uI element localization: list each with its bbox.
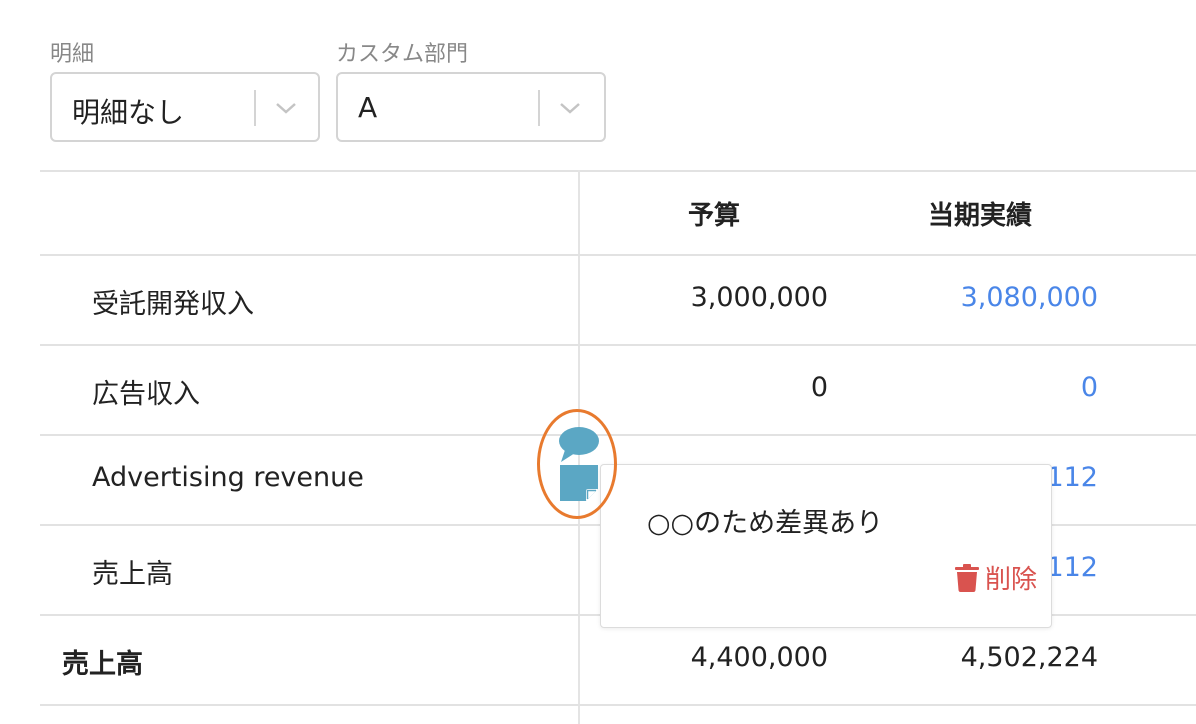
row-divider [40, 434, 1196, 436]
custom-department-value: A [358, 91, 378, 124]
detail-filter-label: 明細 [50, 42, 95, 67]
row-label: 受託開発収入 [92, 289, 254, 320]
custom-department-select[interactable]: A [336, 72, 606, 142]
total-row-budget: 4,400,000 [690, 642, 828, 673]
total-row-label: 売上高 [62, 649, 143, 680]
select-separator [254, 90, 256, 126]
row-budget: 0 [810, 372, 828, 403]
header-actual: 当期実績 [928, 201, 1033, 231]
header-budget: 予算 [688, 201, 741, 231]
detail-filter: 明細 明細なし [50, 40, 320, 142]
row-actual-link[interactable]: 112 [1046, 462, 1098, 493]
row-actual-link[interactable]: 0 [1081, 372, 1098, 403]
detail-select-value: 明細なし [72, 96, 185, 129]
custom-department-label: カスタム部門 [336, 42, 469, 67]
row-actual-link[interactable]: 3,080,000 [961, 282, 1098, 313]
trash-icon [954, 563, 979, 592]
row-label: 広告収入 [92, 379, 200, 410]
highlight-ring [537, 409, 617, 519]
comment-popover: ○○のため差異あり 削除 [600, 464, 1052, 628]
detail-select[interactable]: 明細なし [50, 72, 320, 142]
table-top-border [40, 170, 1196, 172]
total-row-actual: 4,502,224 [960, 642, 1098, 673]
chevron-down-icon[interactable] [274, 98, 298, 118]
select-separator [538, 90, 540, 126]
comment-text: ○○のため差異あり [647, 508, 884, 539]
row-actual-link[interactable]: 112 [1046, 552, 1098, 583]
row-divider [40, 344, 1196, 346]
row-divider [40, 254, 1196, 256]
row-label: Advertising revenue [92, 462, 364, 493]
row-label: 売上高 [92, 559, 173, 590]
custom-department-filter: カスタム部門 A [336, 40, 606, 142]
row-budget: 3,000,000 [690, 282, 828, 313]
chevron-down-icon[interactable] [558, 98, 582, 118]
delete-label: 削除 [984, 565, 1037, 595]
delete-comment-button[interactable]: 削除 [954, 559, 1037, 596]
report-page: 明細 明細なし カスタム部門 A 予算 当期実績 受託開発収入 3,000,00… [0, 0, 1196, 724]
row-divider [40, 704, 1196, 706]
